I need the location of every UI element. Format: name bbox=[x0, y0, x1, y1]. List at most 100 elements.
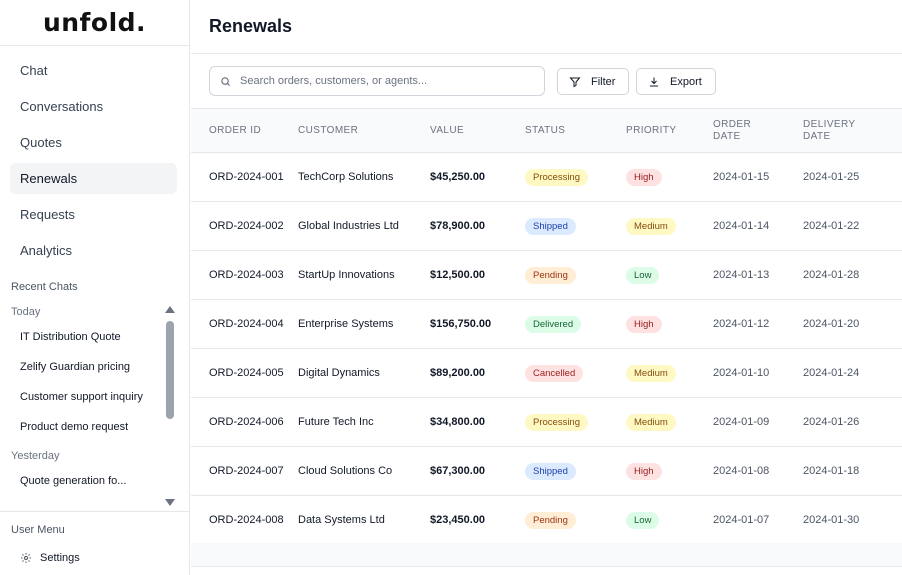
filter-button[interactable]: Filter bbox=[557, 68, 630, 95]
value-cell: $34,800.00 bbox=[430, 397, 525, 447]
table-footer bbox=[191, 543, 902, 567]
chat-group-today: Today bbox=[11, 306, 41, 318]
column-header-customer[interactable]: CUSTOMER bbox=[298, 108, 430, 153]
value-cell: $12,500.00 bbox=[430, 250, 525, 300]
search-box[interactable] bbox=[209, 66, 545, 96]
main-content: Renewals Filter Export ORDER ID CUSTOMER… bbox=[191, 0, 902, 575]
order-id-cell: ORD-2024-008 bbox=[191, 495, 298, 545]
table-row[interactable]: ORD-2024-002 Global Industries Ltd $78,900… bbox=[191, 201, 902, 251]
search-icon bbox=[221, 76, 231, 86]
column-header-order-date[interactable]: ORDER DATE bbox=[713, 108, 803, 153]
status-badge: Pending bbox=[525, 511, 576, 529]
order-id-cell: ORD-2024-005 bbox=[191, 348, 298, 398]
column-header-status[interactable]: STATUS bbox=[525, 108, 626, 153]
table-row[interactable]: ORD-2024-008 Data Systems Ltd $23,450.00 Pe… bbox=[191, 495, 902, 545]
delivery-date-cell: 2024-01-30 bbox=[803, 495, 902, 545]
chat-item[interactable]: Product demo request bbox=[0, 412, 190, 442]
table-row[interactable]: ORD-2024-001 TechCorp Solutions $45,250.00… bbox=[191, 152, 902, 202]
delivery-date-cell: 2024-01-28 bbox=[803, 250, 902, 300]
delivery-date-cell: 2024-01-20 bbox=[803, 299, 902, 349]
sidebar: unfold. Chat Conversations Quotes Renewa… bbox=[0, 0, 190, 575]
table-row[interactable]: ORD-2024-007 Cloud Solutions Co $67,300.00… bbox=[191, 446, 902, 496]
chat-group-yesterday: Yesterday bbox=[11, 450, 60, 462]
sidebar-item-label: Requests bbox=[20, 207, 75, 222]
priority-cell: High bbox=[626, 152, 713, 202]
user-menu: User Menu Settings bbox=[0, 511, 190, 575]
value-cell: $156,750.00 bbox=[430, 299, 525, 349]
table-row[interactable]: ORD-2024-005 Digital Dynamics $89,200.00 Ca… bbox=[191, 348, 902, 398]
customer-cell: Future Tech Inc bbox=[298, 397, 430, 447]
order-date-cell: 2024-01-14 bbox=[713, 201, 803, 251]
priority-cell: High bbox=[626, 446, 713, 496]
priority-cell: Medium bbox=[626, 201, 713, 251]
sidebar-item-chat[interactable]: Chat bbox=[10, 55, 177, 86]
priority-badge: Medium bbox=[626, 413, 676, 431]
table-row[interactable]: ORD-2024-004 Enterprise Systems $156,750.0… bbox=[191, 299, 902, 349]
status-cell: Shipped bbox=[525, 201, 626, 251]
app-logo[interactable]: unfold. bbox=[43, 8, 146, 37]
export-button[interactable]: Export bbox=[636, 68, 716, 95]
status-cell: Processing bbox=[525, 397, 626, 447]
priority-badge: Medium bbox=[626, 364, 676, 382]
status-badge: Shipped bbox=[525, 462, 576, 480]
customer-cell: StartUp Innovations bbox=[298, 250, 430, 300]
sidebar-item-renewals[interactable]: Renewals bbox=[10, 163, 177, 194]
order-id-cell: ORD-2024-007 bbox=[191, 446, 298, 496]
status-cell: Shipped bbox=[525, 446, 626, 496]
delivery-date-cell: 2024-01-24 bbox=[803, 348, 902, 398]
gear-icon bbox=[21, 553, 31, 563]
scroll-down-arrow-icon[interactable] bbox=[165, 499, 175, 506]
priority-badge: Medium bbox=[626, 217, 676, 235]
status-cell: Cancelled bbox=[525, 348, 626, 398]
priority-badge: High bbox=[626, 315, 662, 333]
priority-cell: High bbox=[626, 299, 713, 349]
table-row[interactable]: ORD-2024-006 Future Tech Inc $34,800.00 Pro… bbox=[191, 397, 902, 447]
table-row[interactable]: ORD-2024-003 StartUp Innovations $12,500.0… bbox=[191, 250, 902, 300]
recent-chats-list[interactable]: Today IT Distribution Quote Zelify Guard… bbox=[0, 302, 190, 508]
sidebar-nav: Chat Conversations Quotes Renewals Reque… bbox=[0, 46, 189, 266]
delivery-date-cell: 2024-01-18 bbox=[803, 446, 902, 496]
priority-cell: Low bbox=[626, 250, 713, 300]
order-date-cell: 2024-01-09 bbox=[713, 397, 803, 447]
logo-area: unfold. bbox=[0, 0, 189, 46]
chat-item[interactable]: Zelify Guardian pricing bbox=[0, 352, 190, 382]
delivery-date-cell: 2024-01-22 bbox=[803, 201, 902, 251]
toolbar: Filter Export bbox=[191, 54, 902, 108]
customer-cell: Global Industries Ltd bbox=[298, 201, 430, 251]
scrollbar-thumb[interactable] bbox=[166, 321, 174, 419]
sidebar-item-label: Conversations bbox=[20, 99, 104, 114]
sidebar-item-requests[interactable]: Requests bbox=[10, 199, 177, 230]
sidebar-item-conversations[interactable]: Conversations bbox=[10, 91, 177, 122]
delivery-date-cell: 2024-01-25 bbox=[803, 152, 902, 202]
column-header-priority[interactable]: PRIORITY bbox=[626, 108, 713, 153]
column-header-value[interactable]: VALUE bbox=[430, 108, 525, 153]
customer-cell: Data Systems Ltd bbox=[298, 495, 430, 545]
scroll-up-arrow-icon[interactable] bbox=[165, 306, 175, 313]
export-label: Export bbox=[670, 75, 702, 88]
status-badge: Cancelled bbox=[525, 364, 584, 382]
value-cell: $67,300.00 bbox=[430, 446, 525, 496]
order-date-cell: 2024-01-07 bbox=[713, 495, 803, 545]
column-header-order-id[interactable]: ORDER ID bbox=[191, 108, 298, 153]
sidebar-item-quotes[interactable]: Quotes bbox=[10, 127, 177, 158]
recent-chats-heading: Recent Chats bbox=[11, 281, 78, 293]
value-cell: $89,200.00 bbox=[430, 348, 525, 398]
status-cell: Processing bbox=[525, 152, 626, 202]
sidebar-item-analytics[interactable]: Analytics bbox=[10, 235, 177, 266]
status-cell: Delivered bbox=[525, 299, 626, 349]
order-date-cell: 2024-01-12 bbox=[713, 299, 803, 349]
chat-item[interactable]: Customer support inquiry bbox=[0, 382, 190, 412]
sidebar-item-label: Analytics bbox=[20, 243, 73, 258]
download-icon bbox=[650, 77, 658, 86]
chat-item[interactable]: Quote generation fo... bbox=[0, 466, 190, 496]
customer-cell: Enterprise Systems bbox=[298, 299, 430, 349]
column-header-delivery-date[interactable]: DELIVERY DATE bbox=[803, 108, 902, 153]
sidebar-item-label: Chat bbox=[20, 63, 48, 78]
priority-badge: Low bbox=[626, 266, 660, 284]
chat-item[interactable]: IT Distribution Quote bbox=[0, 322, 190, 352]
customer-cell: TechCorp Solutions bbox=[298, 152, 430, 202]
delivery-date-cell: 2024-01-26 bbox=[803, 397, 902, 447]
settings-item[interactable]: Settings bbox=[20, 552, 80, 564]
status-cell: Pending bbox=[525, 495, 626, 545]
search-input[interactable] bbox=[240, 75, 530, 87]
